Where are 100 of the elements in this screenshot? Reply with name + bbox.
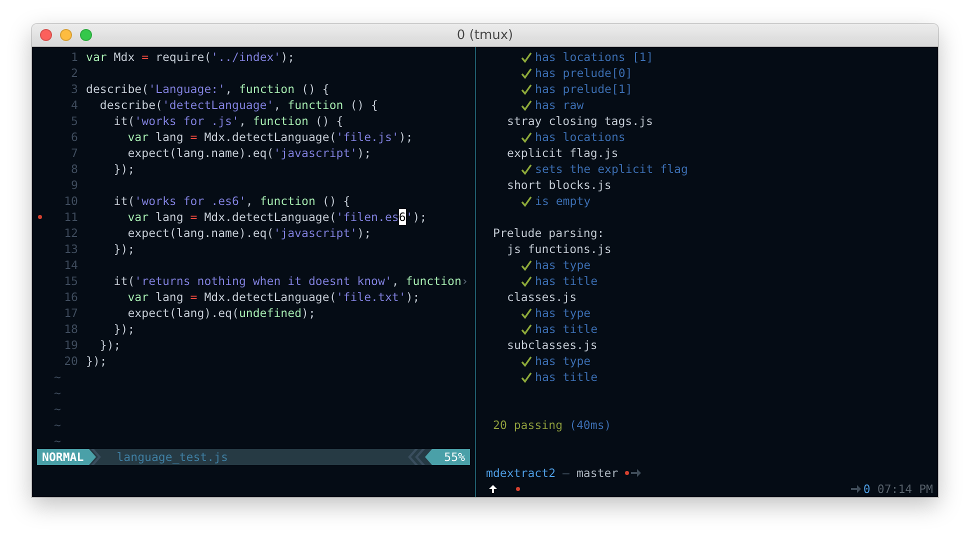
code-token: }); [86, 353, 107, 369]
code-token: }); [98, 337, 121, 353]
suite-title: stray closing tags.js [507, 113, 653, 129]
code-token: ); [412, 209, 427, 225]
check-icon [521, 276, 532, 286]
arrow-icon [631, 469, 642, 477]
suite-title: js functions.js [507, 241, 612, 257]
code-token: , [246, 193, 254, 209]
suite-title: subclasses.js [507, 337, 598, 353]
code-token: var [126, 129, 149, 145]
overflow-marker: › [461, 273, 468, 289]
empty-line-tilde: ~ [53, 433, 61, 449]
line-number: 19 [63, 337, 78, 353]
line-number: 10 [63, 193, 78, 209]
branch-name: master [576, 465, 618, 481]
check-icon [521, 68, 532, 78]
line-number: 11 [63, 209, 78, 225]
code-token: describe( [86, 81, 149, 97]
code-token: 'filen.es [336, 209, 399, 225]
code-token: 'file.js' [336, 129, 399, 145]
test-name: is empty [535, 193, 591, 209]
window-title: 0 (tmux) [456, 28, 514, 42]
code-token: ); [398, 129, 413, 145]
code-token: require( [154, 49, 212, 65]
check-icon [521, 356, 532, 366]
line-number: 16 [63, 289, 78, 305]
code-token: ); [357, 145, 372, 161]
test-name: has title [535, 369, 598, 385]
check-icon [521, 100, 532, 110]
code-token: () { [300, 81, 330, 97]
code-token: undefined [238, 305, 302, 321]
code-token: 'detectLanguage' [162, 97, 274, 113]
test-name: has title [535, 321, 598, 337]
code-token: , [274, 97, 282, 113]
empty-line-tilde: ~ [53, 385, 61, 401]
suite-title: explicit flag.js [507, 145, 618, 161]
code-token: function [260, 193, 316, 209]
code-token: expect(lang.name).eq( [126, 225, 274, 241]
code-token: = [190, 129, 198, 145]
check-icon [521, 372, 532, 382]
line-number: 9 [70, 177, 78, 193]
suite-title: classes.js [507, 289, 577, 305]
duration: (40ms) [570, 417, 612, 433]
line-number: 3 [70, 81, 78, 97]
code-token: it( [112, 193, 135, 209]
check-icon [521, 196, 532, 206]
code-token: () { [321, 193, 350, 209]
code-token: , [238, 113, 247, 129]
code-token: }); [112, 161, 135, 177]
check-icon [521, 132, 532, 142]
code-token: 'returns nothing when it doesnt know' [134, 273, 392, 289]
line-number: 15 [63, 273, 78, 289]
code-token: describe( [98, 97, 162, 113]
code-token: it( [112, 113, 135, 129]
code-token: function [406, 273, 462, 289]
test-name: sets the explicit flag [535, 161, 688, 177]
zoom-button[interactable] [80, 29, 92, 41]
code-token: ); [280, 49, 295, 65]
line-number: 13 [63, 241, 78, 257]
test-name: has locations [535, 129, 626, 145]
code-token: function [288, 97, 344, 113]
section-title: Prelude parsing: [493, 225, 604, 241]
cursor: 6 [398, 209, 406, 225]
code-token: lang [154, 129, 184, 145]
code-token: lang [154, 289, 184, 305]
close-button[interactable] [40, 29, 52, 41]
line-number: 5 [70, 113, 78, 129]
code-token: ); [357, 225, 372, 241]
code-token: = [142, 49, 149, 65]
window-count: 0 [863, 481, 870, 497]
line-number: 17 [63, 305, 78, 321]
code-token: () { [314, 113, 344, 129]
line-number: 12 [63, 225, 78, 241]
code-token: Mdx.detectLanguage( [203, 209, 336, 225]
test-name: has title [535, 273, 598, 289]
test-name: has type [535, 305, 591, 321]
arrow-icon [851, 485, 862, 493]
line-number: 4 [70, 97, 78, 113]
check-icon [521, 324, 532, 334]
test-name: has raw [535, 97, 584, 113]
line-number: 6 [70, 129, 78, 145]
code-token: () { [349, 97, 378, 113]
check-icon [521, 308, 532, 318]
suite-title: short blocks.js [507, 177, 612, 193]
line-number: 2 [70, 65, 78, 81]
code-token: expect(lang).eq( [126, 305, 239, 321]
code-token: '../index' [211, 49, 281, 65]
code-token: var [126, 289, 149, 305]
code-token: it( [112, 273, 135, 289]
minimize-button[interactable] [60, 29, 72, 41]
prompt-separator: — [562, 465, 570, 481]
directory-name: mdextract2 [486, 465, 556, 481]
code-token: , [225, 81, 234, 97]
empty-line-tilde: ~ [53, 417, 61, 433]
test-name: has locations [1] [535, 49, 654, 65]
empty-line-tilde: ~ [53, 401, 61, 417]
code-token: }); [112, 321, 135, 337]
code-token: 'file.txt' [336, 289, 406, 305]
status-dot-icon [516, 487, 520, 491]
code-token: = [190, 289, 198, 305]
